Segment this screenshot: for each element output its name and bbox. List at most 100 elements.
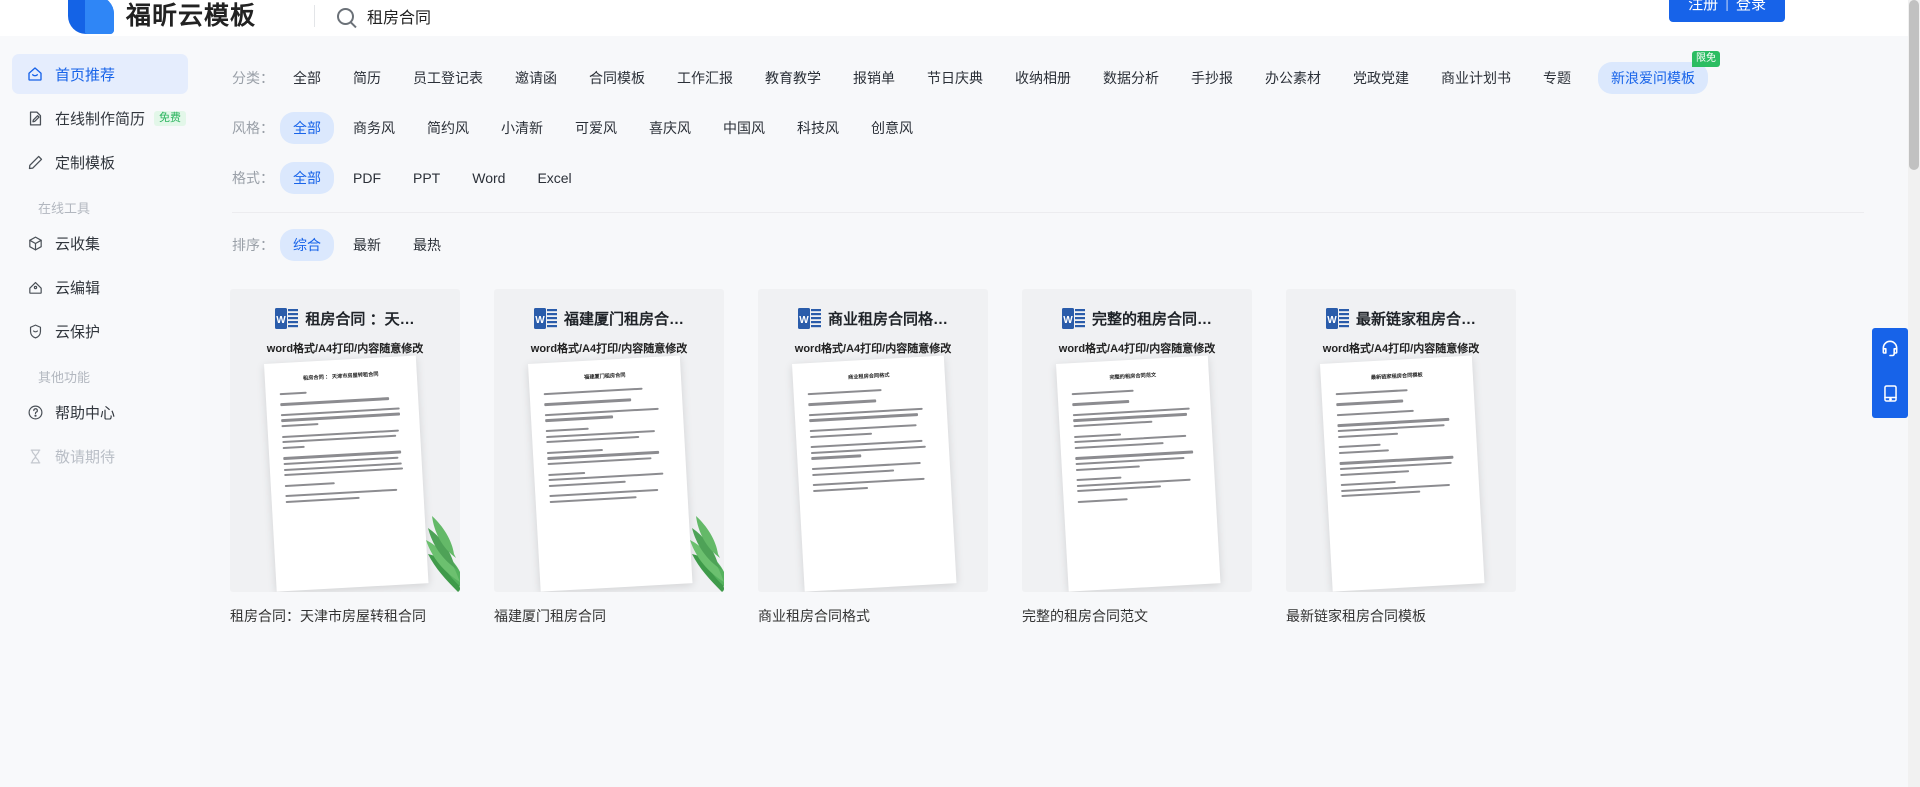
filter-chip-category-11[interactable]: 手抄报 [1178,62,1246,94]
svg-text:W: W [1063,315,1073,326]
sidebar-item-label: 云收集 [55,233,100,254]
sidebar-item-label: 定制模板 [55,152,115,173]
thumbnail-title: 租房合同 ：天… [305,308,414,329]
sort-label: 排序： [232,235,280,255]
filter-chip-category-13[interactable]: 党政党建 [1340,62,1422,94]
filter-chip-category-7[interactable]: 报销单 [840,62,908,94]
word-file-icon: W [1326,306,1349,331]
filter-chip-style-6[interactable]: 中国风 [710,112,778,144]
sidebar-item-cloud-edit[interactable]: 云编辑 [12,267,188,307]
svg-text:W: W [535,315,545,326]
filter-chip-format-4[interactable]: Excel [524,164,584,192]
shield-protect-icon [26,322,44,340]
body-area: 首页推荐 在线制作简历 免费 定制模板 [0,36,1908,787]
home-icon [26,65,44,83]
sidebar-item-label: 敬请期待 [55,446,115,467]
filter-chip-category-15[interactable]: 专题 [1530,62,1584,94]
filter-chip-category-14[interactable]: 商业计划书 [1428,62,1524,94]
auth-button[interactable]: 注册 | 登录 [1669,0,1785,22]
sort-chip-composite[interactable]: 综合 [280,229,334,261]
svg-text:W: W [1327,315,1337,326]
cloud-edit-icon [26,278,44,296]
brand-logo[interactable]: 福昕云模板 [68,2,256,34]
word-file-icon: W [275,306,298,331]
sidebar-item-cloud-collect[interactable]: 云收集 [12,223,188,263]
sort-chip-hottest[interactable]: 最热 [400,229,454,261]
template-grid: W 租房合同 ：天… wor [200,261,1896,626]
sidebar-group-online-tools-title: 在线工具 [12,198,200,217]
filter-chip-format-3[interactable]: Word [459,164,518,192]
sidebar-item-label: 云编辑 [55,277,100,298]
filter-chip-category-5[interactable]: 工作汇报 [664,62,746,94]
mobile-app-button[interactable] [1872,373,1908,418]
filter-chip-style-3[interactable]: 小清新 [488,112,556,144]
customer-support-button[interactable] [1872,328,1908,373]
document-preview: 福建厦门租房合同 [528,356,692,592]
thumbnail-header: W 租房合同 ：天… wor [230,289,460,356]
sidebar-item-help-center[interactable]: 帮助中心 [12,392,188,432]
template-thumbnail[interactable]: W 福建厦门租房合… word格式/A4打印/内容随意修改 [494,289,724,592]
filter-chip-category-10[interactable]: 数据分析 [1090,62,1172,94]
filter-chip-style-5[interactable]: 喜庆风 [636,112,704,144]
template-thumbnail[interactable]: W 商业租房合同格… word格式/A4打印/内容随意修改 [758,289,988,592]
filter-chip-format-0[interactable]: 全部 [280,162,334,194]
sidebar-item-resume-builder[interactable]: 在线制作简历 免费 [12,98,188,138]
filter-chip-style-4[interactable]: 可爱风 [562,112,630,144]
thumbnail-header: W 福建厦门租房合… word格式/A4打印/内容随意修改 [494,289,724,356]
template-card[interactable]: W 完整的租房合同… word格式/A4打印/内容随意修改 [1022,289,1252,626]
filter-chip-category-12[interactable]: 办公素材 [1252,62,1334,94]
document-preview: 商业租房合同格式 [792,356,956,592]
document-heading: 租房合同 ： 天津市房屋转租合同 [279,370,403,384]
search-box[interactable]: 租房合同 [337,4,431,28]
filter-chip-format-2[interactable]: PPT [400,164,453,192]
filter-chip-style-2[interactable]: 简约风 [414,112,482,144]
filter-chip-category-16[interactable]: 新浪爱问模板 限免 [1598,62,1708,94]
template-thumbnail[interactable]: W 最新链家租房合… word格式/A4打印/内容随意修改 [1286,289,1516,592]
filter-panel: 分类： 全部 简历 员工登记表 邀请函 合同模板 工作汇报 教育教学 报销单 节… [200,36,1896,194]
sidebar-item-home[interactable]: 首页推荐 [12,54,188,94]
word-file-icon: W [534,306,557,331]
filter-chip-category-0[interactable]: 全部 [280,62,334,94]
thumbnail-subtitle: word格式/A4打印/内容随意修改 [230,340,460,356]
brand-name: 福昕云模板 [126,0,256,32]
template-card[interactable]: W 租房合同 ：天… wor [230,289,460,626]
template-card[interactable]: W 福建厦门租房合… word格式/A4打印/内容随意修改 [494,289,724,626]
edit-doc-icon [26,109,44,127]
template-thumbnail[interactable]: W 租房合同 ：天… wor [230,289,460,592]
filter-chip-format-1[interactable]: PDF [340,164,394,192]
document-preview: 完整的租房合同范文 [1056,356,1220,592]
scrollbar-thumb[interactable] [1909,0,1919,170]
filter-chip-category-6[interactable]: 教育教学 [752,62,834,94]
filter-chip-style-7[interactable]: 科技风 [784,112,852,144]
document-preview: 最新链家租房合同模板 [1320,356,1484,592]
limited-free-badge: 限免 [1692,51,1720,67]
main-content: 分类： 全部 简历 员工登记表 邀请函 合同模板 工作汇报 教育教学 报销单 节… [200,36,1896,787]
filter-chip-category-3[interactable]: 邀请函 [502,62,570,94]
question-circle-icon [26,403,44,421]
filter-chip-category-2[interactable]: 员工登记表 [400,62,496,94]
filter-chip-category-1[interactable]: 简历 [340,62,394,94]
filter-chip-style-8[interactable]: 创意风 [858,112,926,144]
filter-chip-style-1[interactable]: 商务风 [340,112,408,144]
filter-chip-category-4[interactable]: 合同模板 [576,62,658,94]
sidebar-item-label: 首页推荐 [55,64,115,85]
template-caption: 租房合同：天津市房屋转租合同 [230,606,460,626]
page-scrollbar[interactable] [1908,0,1920,787]
filter-chip-category-9[interactable]: 收纳相册 [1002,62,1084,94]
search-input[interactable]: 租房合同 [367,4,431,28]
thumbnail-title: 商业租房合同格… [828,308,948,329]
sidebar-item-custom-template[interactable]: 定制模板 [12,142,188,182]
filter-chip-style-0[interactable]: 全部 [280,112,334,144]
template-card[interactable]: W 商业租房合同格… word格式/A4打印/内容随意修改 [758,289,988,626]
template-card[interactable]: W 最新链家租房合… word格式/A4打印/内容随意修改 [1286,289,1516,626]
document-heading: 福建厦门租房合同 [543,370,667,384]
document-preview: 租房合同 ： 天津市房屋转租合同 [264,356,428,592]
sidebar-item-label: 帮助中心 [55,402,115,423]
search-icon[interactable] [337,8,354,25]
sort-chip-newest[interactable]: 最新 [340,229,394,261]
sidebar-group-other-title: 其他功能 [12,367,200,386]
filter-chip-label: 新浪爱问模板 [1611,70,1695,86]
filter-chip-category-8[interactable]: 节日庆典 [914,62,996,94]
template-thumbnail[interactable]: W 完整的租房合同… word格式/A4打印/内容随意修改 [1022,289,1252,592]
sidebar-item-cloud-protect[interactable]: 云保护 [12,311,188,351]
